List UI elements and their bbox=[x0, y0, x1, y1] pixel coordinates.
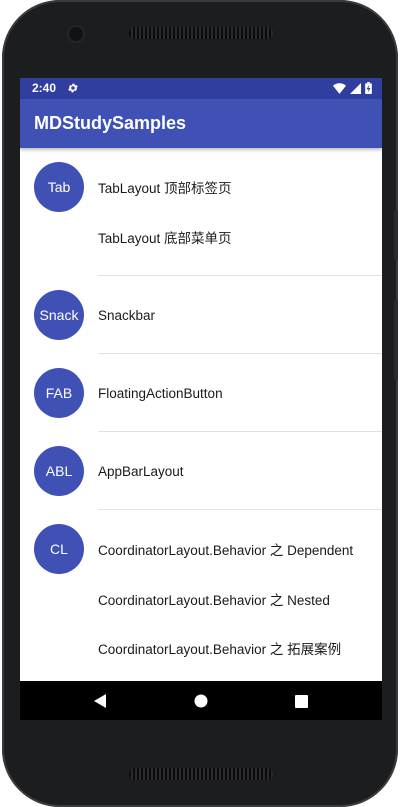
avatar: FAB bbox=[34, 368, 84, 418]
status-time: 2:40 bbox=[32, 81, 57, 95]
list-item[interactable]: FloatingActionButton bbox=[98, 368, 382, 418]
group-fab: FAB FloatingActionButton bbox=[20, 354, 382, 432]
battery-charging-icon bbox=[365, 82, 372, 94]
wifi-icon bbox=[333, 82, 346, 94]
group-coordinatorlayout: CL CoordinatorLayout.Behavior 之 Dependen… bbox=[20, 510, 382, 681]
group-snackbar: Snack Snackbar bbox=[20, 276, 382, 354]
avatar: Tab bbox=[34, 162, 84, 212]
front-camera bbox=[69, 27, 83, 41]
navigation-bar bbox=[20, 681, 382, 720]
home-circle-icon bbox=[194, 694, 208, 708]
sample-list[interactable]: Tab TabLayout 顶部标签页 TabLayout 底部菜单页 Snac… bbox=[20, 148, 382, 681]
screen: 2:40 MDStudySamples Tab TabLayout 顶部标签页 … bbox=[20, 78, 382, 720]
list-item[interactable]: CoordinatorLayout.Behavior 之 Dependent bbox=[98, 524, 382, 574]
bottom-speaker bbox=[129, 768, 273, 780]
app-title: MDStudySamples bbox=[34, 113, 187, 133]
recents-square-icon bbox=[294, 694, 308, 708]
avatar: ABL bbox=[34, 446, 84, 496]
avatar: Snack bbox=[34, 290, 84, 340]
nav-back-button[interactable] bbox=[89, 690, 111, 712]
cell-signal-icon bbox=[350, 82, 361, 94]
group-tab: Tab TabLayout 顶部标签页 TabLayout 底部菜单页 bbox=[20, 148, 382, 276]
nav-home-button[interactable] bbox=[190, 690, 212, 712]
avatar: CL bbox=[34, 524, 84, 574]
volume-button bbox=[394, 210, 398, 260]
status-icons bbox=[333, 82, 372, 94]
nav-recents-button[interactable] bbox=[290, 690, 312, 712]
gear-icon bbox=[68, 83, 78, 93]
list-item[interactable]: TabLayout 顶部标签页 bbox=[98, 162, 382, 212]
group-appbarlayout: ABL AppBarLayout bbox=[20, 432, 382, 510]
status-bar: 2:40 bbox=[20, 78, 382, 99]
power-button bbox=[394, 300, 398, 380]
phone-frame: 2:40 MDStudySamples Tab TabLayout 顶部标签页 … bbox=[2, 0, 398, 807]
app-bar: MDStudySamples bbox=[20, 99, 382, 148]
list-item[interactable]: AppBarLayout bbox=[98, 446, 382, 496]
back-triangle-icon bbox=[94, 694, 106, 708]
list-item[interactable]: CoordinatorLayout.Behavior 之 拓展案例 bbox=[98, 623, 382, 673]
list-item[interactable]: TabLayout 底部菜单页 bbox=[98, 212, 382, 262]
top-speaker bbox=[129, 27, 273, 39]
list-item[interactable]: CoordinatorLayout.Behavior 之 Nested bbox=[98, 574, 382, 624]
list-item[interactable]: Snackbar bbox=[98, 290, 382, 340]
